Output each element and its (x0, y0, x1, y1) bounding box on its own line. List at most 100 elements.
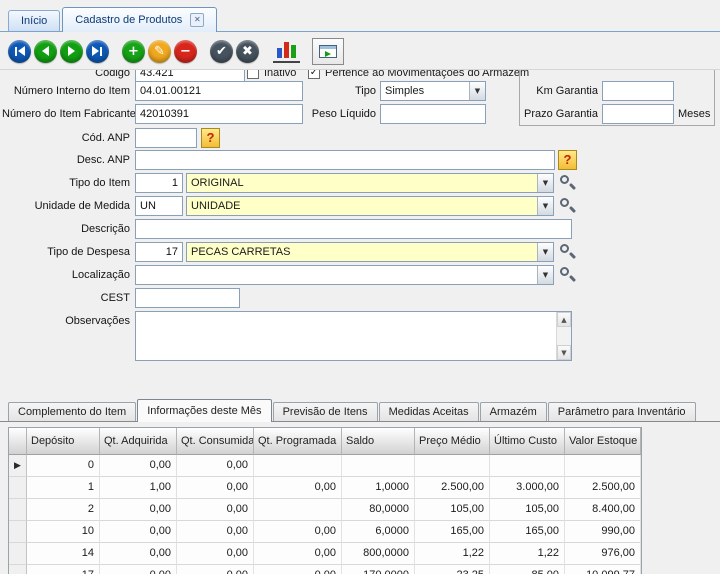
desc-anp-help-button[interactable]: ? (558, 150, 577, 170)
numero-interno-input[interactable] (135, 81, 303, 101)
grid-cell[interactable]: 8.400,00 (565, 499, 641, 521)
grid-cell[interactable]: 14 (27, 543, 100, 565)
grid-cell[interactable]: 165,00 (415, 521, 490, 543)
close-tab-icon[interactable]: ✕ (190, 13, 204, 27)
numero-fabricante-input[interactable] (135, 104, 303, 124)
cancel-button[interactable]: ✖ (236, 40, 259, 63)
grid-cell[interactable]: 0,00 (100, 455, 177, 477)
grid-cell[interactable]: 105,00 (415, 499, 490, 521)
grid-cell[interactable]: 0,00 (177, 455, 254, 477)
first-record-button[interactable] (8, 40, 31, 63)
chevron-down-icon[interactable]: ▼ (537, 174, 553, 192)
add-button[interactable]: + (122, 40, 145, 63)
grid-cell[interactable]: 80,0000 (342, 499, 415, 521)
unidade-medida-combo[interactable]: UNIDADE ▼ (186, 196, 554, 216)
grid-cell[interactable] (342, 455, 415, 477)
chevron-down-icon[interactable]: ▼ (469, 82, 485, 100)
row-selector-cell[interactable] (9, 543, 27, 565)
table-row[interactable]: 100,000,000,006,0000165,00165,00990,00 (9, 521, 641, 543)
row-selector-cell[interactable] (9, 565, 27, 574)
chevron-down-icon[interactable]: ▼ (537, 266, 553, 284)
grid-cell[interactable]: 170,0000 (342, 565, 415, 574)
grid-cell[interactable] (254, 455, 342, 477)
scroll-up-icon[interactable]: ▲ (557, 312, 571, 327)
grid-cell[interactable]: 2 (27, 499, 100, 521)
tab-previsao-itens[interactable]: Previsão de Itens (273, 402, 378, 421)
desc-anp-input[interactable] (135, 150, 555, 170)
tab-armazem[interactable]: Armazém (480, 402, 547, 421)
grid-cell[interactable]: 1,0000 (342, 477, 415, 499)
grid-cell[interactable]: 10 (27, 521, 100, 543)
grid-cell[interactable]: 0,00 (100, 543, 177, 565)
table-row[interactable]: 140,000,000,00800,00001,221,22976,00 (9, 543, 641, 565)
grid-cell[interactable] (415, 455, 490, 477)
column-header[interactable]: Depósito (27, 428, 100, 455)
grid-cell[interactable]: 165,00 (490, 521, 565, 543)
prazo-garantia-input[interactable] (602, 104, 674, 124)
tipo-despesa-code-input[interactable] (135, 242, 183, 262)
tab-informacoes-deste-mes[interactable]: Informações deste Mês (137, 399, 271, 422)
observacoes-textarea[interactable] (135, 311, 572, 361)
row-selector-cell[interactable] (9, 521, 27, 543)
chart-button[interactable] (273, 39, 300, 63)
column-header[interactable]: Valor Estoque (565, 428, 641, 455)
grid-cell[interactable]: 23,25 (415, 565, 490, 574)
delete-button[interactable]: − (174, 40, 197, 63)
table-row[interactable]: 11,000,000,001,00002.500,003.000,002.500… (9, 477, 641, 499)
tipo-item-search-icon[interactable] (558, 173, 575, 192)
cod-anp-input[interactable] (135, 128, 197, 148)
chevron-down-icon[interactable]: ▼ (537, 197, 553, 215)
grid-cell[interactable]: 0,00 (100, 521, 177, 543)
grid-cell[interactable]: 0,00 (177, 477, 254, 499)
table-row[interactable]: 170,000,000,00170,000023,2585,0010.099,7… (9, 565, 641, 574)
row-selector-cell[interactable] (9, 499, 27, 521)
peso-liquido-input[interactable] (380, 104, 486, 124)
grid-cell[interactable]: 10.099,77 (565, 565, 641, 574)
column-header[interactable]: Saldo (342, 428, 415, 455)
tab-cadastro-de-produtos[interactable]: Cadastro de Produtos ✕ (62, 7, 217, 32)
grid-cell[interactable]: 1,22 (490, 543, 565, 565)
column-header[interactable]: Último Custo (490, 428, 565, 455)
cod-anp-help-button[interactable]: ? (201, 128, 220, 148)
table-row[interactable]: ▶00,000,00 (9, 455, 641, 477)
grid-cell[interactable]: 0,00 (100, 565, 177, 574)
last-record-button[interactable] (86, 40, 109, 63)
grid-cell[interactable]: 0,00 (177, 499, 254, 521)
unidade-medida-search-icon[interactable] (558, 196, 575, 215)
grid-cell[interactable]: 1,22 (415, 543, 490, 565)
row-selector-cell[interactable]: ▶ (9, 455, 27, 477)
grid-cell[interactable]: 0,00 (177, 543, 254, 565)
unidade-medida-code-input[interactable] (135, 196, 183, 216)
tipo-despesa-combo[interactable]: PECAS CARRETAS ▼ (186, 242, 554, 262)
grid-cell[interactable]: 3.000,00 (490, 477, 565, 499)
tab-complemento-item[interactable]: Complemento do Item (8, 402, 136, 421)
grid-cell[interactable]: 2.500,00 (415, 477, 490, 499)
km-garantia-input[interactable] (602, 81, 674, 101)
grid-cell[interactable]: 17 (27, 565, 100, 574)
grid-cell[interactable]: 1 (27, 477, 100, 499)
grid-cell[interactable]: 0,00 (100, 499, 177, 521)
localizacao-combo[interactable]: ▼ (135, 265, 554, 285)
cest-input[interactable] (135, 288, 240, 308)
next-record-button[interactable] (60, 40, 83, 63)
grid-cell[interactable]: 0 (27, 455, 100, 477)
column-header[interactable]: Qt. Adquirida (100, 428, 177, 455)
grid-cell[interactable]: 800,0000 (342, 543, 415, 565)
detail-view-button[interactable] (312, 38, 344, 65)
tipo-item-combo[interactable]: ORIGINAL ▼ (186, 173, 554, 193)
chevron-down-icon[interactable]: ▼ (537, 243, 553, 261)
column-header[interactable]: Qt. Programada (254, 428, 342, 455)
grid-cell[interactable]: 6,0000 (342, 521, 415, 543)
grid-cell[interactable] (490, 455, 565, 477)
row-selector-cell[interactable] (9, 477, 27, 499)
edit-button[interactable]: ✎ (148, 40, 171, 63)
grid-cell[interactable]: 2.500,00 (565, 477, 641, 499)
tipo-item-code-input[interactable] (135, 173, 183, 193)
grid-cell[interactable]: 0,00 (177, 565, 254, 574)
grid-cell[interactable]: 990,00 (565, 521, 641, 543)
grid-cell[interactable] (254, 499, 342, 521)
grid-cell[interactable]: 85,00 (490, 565, 565, 574)
localizacao-search-icon[interactable] (558, 265, 575, 284)
grid-cell[interactable]: 0,00 (254, 565, 342, 574)
grid-cell[interactable]: 0,00 (254, 543, 342, 565)
